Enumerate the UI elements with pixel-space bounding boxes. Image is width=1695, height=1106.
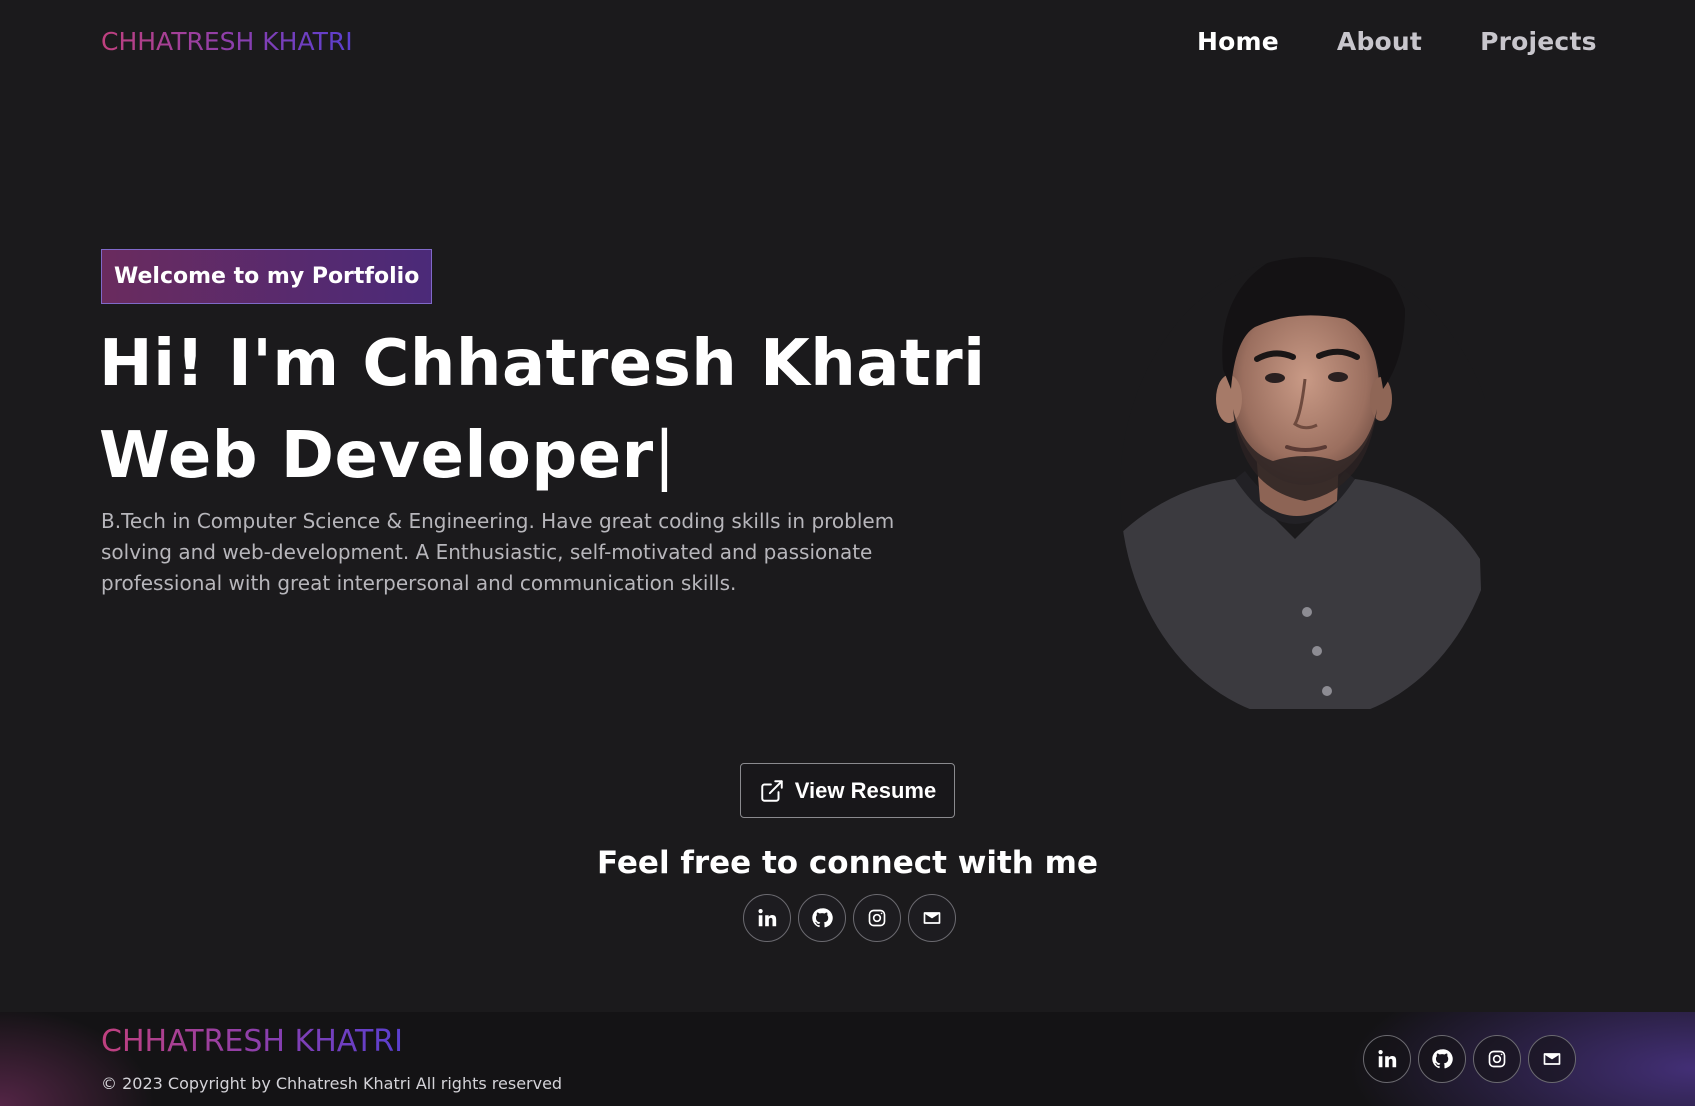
hero-description: B.Tech in Computer Science & Engineering… xyxy=(101,509,895,595)
instagram-button[interactable] xyxy=(853,894,901,942)
hero-greeting: Hi! I'm Chhatresh Khatri xyxy=(99,327,986,401)
external-link-icon xyxy=(759,778,785,804)
github-button[interactable] xyxy=(798,894,846,942)
mail-icon xyxy=(1542,1049,1562,1069)
hero-role: Web Developer xyxy=(99,419,654,493)
main-nav: Home About Projects xyxy=(1197,27,1597,56)
instagram-icon xyxy=(1487,1049,1507,1069)
linkedin-button[interactable] xyxy=(743,894,791,942)
hero-role-line: Web Developer| xyxy=(99,410,986,502)
profile-photo xyxy=(1120,257,1485,709)
welcome-tag: Welcome to my Portfolio xyxy=(101,249,433,304)
footer-copyright: © 2023 Copyright by Chhatresh Khatri All… xyxy=(101,1074,563,1093)
mail-icon xyxy=(922,908,942,928)
nav-about-link[interactable]: About xyxy=(1337,27,1422,56)
nav-logo[interactable]: CHHATRESH KHATRI xyxy=(101,27,353,56)
view-resume-button[interactable]: View Resume xyxy=(740,763,955,818)
github-icon xyxy=(811,907,833,929)
linkedin-icon xyxy=(1376,1048,1398,1070)
instagram-icon xyxy=(867,908,887,928)
github-icon xyxy=(1431,1048,1453,1070)
footer-social-links xyxy=(1363,1035,1576,1083)
email-button[interactable] xyxy=(908,894,956,942)
nav-projects-link[interactable]: Projects xyxy=(1480,27,1597,56)
hero-title: Hi! I'm Chhatresh Khatri Web Developer| xyxy=(99,318,986,502)
footer-logo: CHHATRESH KHATRI xyxy=(101,1024,403,1059)
social-links xyxy=(743,894,956,942)
footer-github-button[interactable] xyxy=(1418,1035,1466,1083)
footer-email-button[interactable] xyxy=(1528,1035,1576,1083)
view-resume-label: View Resume xyxy=(794,777,937,803)
nav-home-link[interactable]: Home xyxy=(1197,27,1279,56)
footer-linkedin-button[interactable] xyxy=(1363,1035,1411,1083)
footer-instagram-button[interactable] xyxy=(1473,1035,1521,1083)
typing-cursor: | xyxy=(653,419,676,493)
connect-title: Feel free to connect with me xyxy=(596,845,1098,881)
footer: CHHATRESH KHATRI © 2023 Copyright by Chh… xyxy=(0,1012,1695,1106)
linkedin-icon xyxy=(756,907,778,929)
